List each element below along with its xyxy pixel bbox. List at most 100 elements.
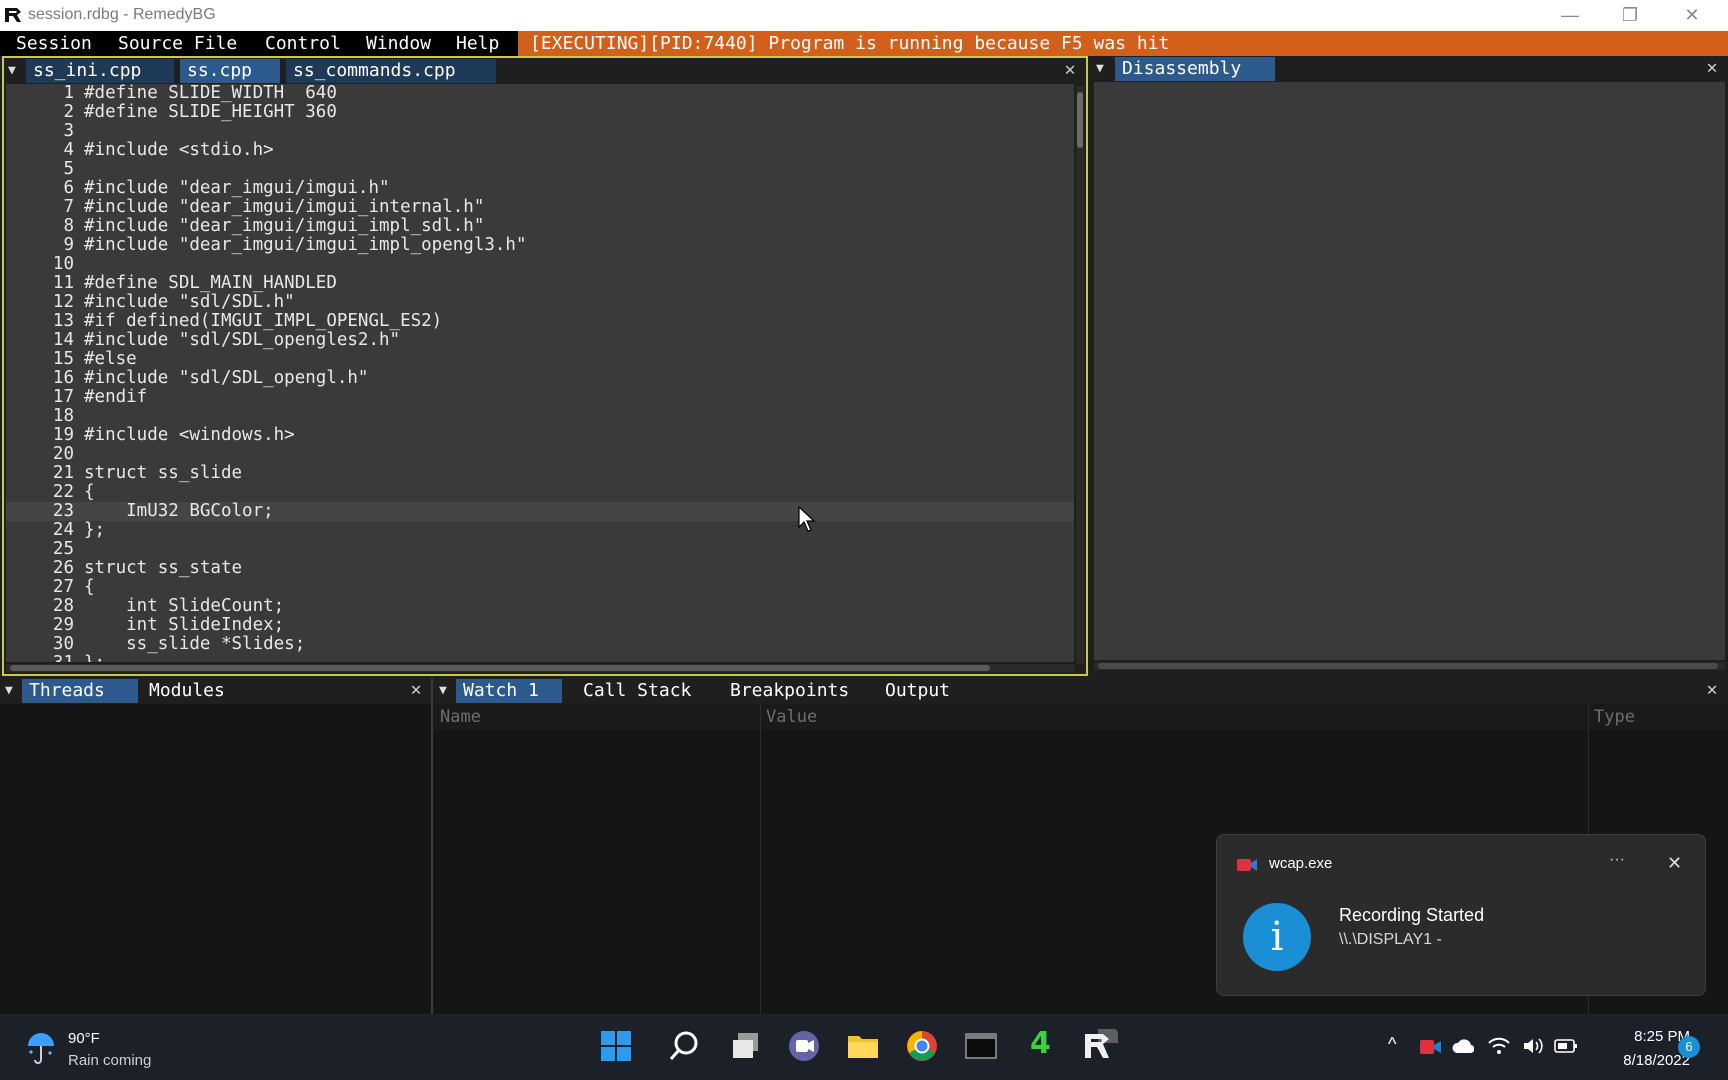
- weather-temp[interactable]: 90°F: [68, 1030, 100, 1047]
- tab-output[interactable]: Output: [878, 679, 962, 703]
- editor-scroll-thumb[interactable]: [1077, 92, 1083, 148]
- tab-threads[interactable]: Threads: [22, 679, 138, 703]
- windows-start-icon[interactable]: [598, 1028, 634, 1064]
- panel-divider[interactable]: [431, 678, 433, 1014]
- tab-watch-1[interactable]: Watch 1: [456, 679, 562, 703]
- battery-icon[interactable]: [1554, 1038, 1578, 1054]
- weather-text[interactable]: Rain coming: [68, 1052, 151, 1069]
- panel-menu-triangle-icon[interactable]: ▼: [5, 684, 19, 698]
- disassembly-hscroll-thumb[interactable]: [1098, 663, 1718, 669]
- code-line[interactable]: 2 #define SLIDE_HEIGHT 360: [6, 103, 1074, 122]
- remedybg-taskbar-icon[interactable]: [1082, 1028, 1118, 1064]
- code-line[interactable]: 17 #endif: [6, 388, 1074, 407]
- code-line[interactable]: 11 #define SDL_MAIN_HANDLED: [6, 274, 1074, 293]
- threads-list[interactable]: [0, 704, 432, 1014]
- code-line[interactable]: 20: [6, 445, 1074, 464]
- tray-chevron-icon[interactable]: ^: [1388, 1034, 1396, 1055]
- tab-ss-cpp[interactable]: ss.cpp: [180, 59, 280, 83]
- minimize-button[interactable]: —: [1540, 0, 1600, 31]
- menu-window[interactable]: Window: [366, 33, 431, 55]
- code-line[interactable]: 27 {: [6, 578, 1074, 597]
- teams-chat-icon[interactable]: [786, 1028, 822, 1064]
- editor-horizontal-scrollbar[interactable]: [6, 664, 1074, 672]
- tab-ss-ini-cpp[interactable]: ss_ini.cpp: [26, 59, 174, 83]
- line-text: int SlideIndex;: [84, 615, 285, 635]
- menu-help[interactable]: Help: [456, 33, 499, 55]
- panel-menu-triangle-icon[interactable]: ▼: [439, 684, 453, 698]
- panel-menu-triangle-icon[interactable]: ▼: [1096, 62, 1110, 76]
- code-line[interactable]: 22 {: [6, 483, 1074, 502]
- column-header-name[interactable]: Name: [440, 706, 481, 728]
- clock-date[interactable]: 8/18/2022: [1590, 1052, 1690, 1069]
- code-line[interactable]: 24};: [6, 521, 1074, 540]
- chrome-icon[interactable]: [904, 1028, 940, 1064]
- code-view[interactable]: 1 #define SLIDE_WIDTH 640 2 #define SLIDE_H…: [6, 84, 1074, 662]
- disassembly-horizontal-scrollbar[interactable]: [1094, 662, 1725, 670]
- more-options-icon[interactable]: ···: [1609, 851, 1625, 869]
- code-line[interactable]: 21 struct ss_slide: [6, 464, 1074, 483]
- panel-menu-triangle-icon[interactable]: ▼: [8, 64, 22, 78]
- menu-control[interactable]: Control: [265, 33, 341, 55]
- tab-modules[interactable]: Modules: [142, 679, 252, 703]
- code-line[interactable]: 31};: [6, 654, 1074, 663]
- close-threads-panel-icon[interactable]: ✕: [406, 680, 426, 700]
- code-line[interactable]: 25: [6, 540, 1074, 559]
- tab-call-stack[interactable]: Call Stack: [576, 679, 700, 703]
- notification-toast[interactable]: wcap.exe ··· ✕ i Recording Started \\.\D…: [1216, 834, 1706, 996]
- line-text: #include "sdl/SDL_opengl.h": [84, 368, 369, 388]
- weather-rain-icon[interactable]: [22, 1028, 60, 1066]
- code-line[interactable]: 1 #define SLIDE_WIDTH 640: [6, 84, 1074, 103]
- code-line[interactable]: 4 #include <stdio.h>: [6, 141, 1074, 160]
- code-line[interactable]: 10: [6, 255, 1074, 274]
- tab-disassembly[interactable]: Disassembly: [1115, 57, 1275, 81]
- line-text: #include "dear_imgui/imgui_impl_sdl.h": [84, 216, 485, 236]
- code-line[interactable]: 26 struct ss_state: [6, 559, 1074, 578]
- disassembly-view[interactable]: [1094, 82, 1725, 660]
- code-line[interactable]: 19 #include <windows.h>: [6, 426, 1074, 445]
- search-icon[interactable]: [666, 1028, 702, 1064]
- code-line[interactable]: 7 #include "dear_imgui/imgui_internal.h": [6, 198, 1074, 217]
- volume-icon[interactable]: [1522, 1036, 1544, 1056]
- code-line[interactable]: 16 #include "sdl/SDL_opengl.h": [6, 369, 1074, 388]
- code-line[interactable]: 5: [6, 160, 1074, 179]
- tab-breakpoints[interactable]: Breakpoints: [723, 679, 859, 703]
- column-header-value[interactable]: Value: [766, 706, 817, 728]
- onedrive-cloud-icon[interactable]: [1452, 1038, 1474, 1054]
- code-line[interactable]: 3: [6, 122, 1074, 141]
- code-line[interactable]: 28 int SlideCount;: [6, 597, 1074, 616]
- menu-source-file[interactable]: Source File: [118, 33, 237, 55]
- code-line[interactable]: 8 #include "dear_imgui/imgui_impl_sdl.h": [6, 217, 1074, 236]
- line-number: 16: [52, 368, 74, 388]
- clock-time[interactable]: 8:25 PM: [1590, 1028, 1690, 1045]
- threads-tab-bar: ▼ Threads Modules ✕: [0, 678, 432, 704]
- close-toast-icon[interactable]: ✕: [1667, 853, 1682, 874]
- code-line[interactable]: 23 ImU32 BGColor;: [6, 502, 1074, 521]
- code-line[interactable]: 30 ss_slide *Slides;: [6, 635, 1074, 654]
- code-line[interactable]: 18: [6, 407, 1074, 426]
- close-watch-panel-icon[interactable]: ✕: [1702, 680, 1722, 700]
- terminal-icon[interactable]: [963, 1028, 999, 1064]
- code-line[interactable]: 13 #if defined(IMGUI_IMPL_OPENGL_ES2): [6, 312, 1074, 331]
- close-editor-panel-icon[interactable]: ✕: [1060, 60, 1080, 80]
- tab-ss-commands-cpp[interactable]: ss_commands.cpp: [286, 59, 496, 83]
- code-line[interactable]: 14 #include "sdl/SDL_opengles2.h": [6, 331, 1074, 350]
- close-disassembly-panel-icon[interactable]: ✕: [1702, 58, 1722, 78]
- editor-vertical-scrollbar[interactable]: [1076, 86, 1084, 664]
- editor-hscroll-thumb[interactable]: [10, 665, 990, 671]
- restore-button[interactable]: ❐: [1600, 0, 1660, 31]
- recording-tray-icon[interactable]: [1420, 1038, 1442, 1056]
- menu-session[interactable]: Session: [16, 33, 92, 55]
- code-line[interactable]: 9 #include "dear_imgui/imgui_impl_opengl3…: [6, 236, 1074, 255]
- notification-count-badge[interactable]: 6: [1678, 1036, 1700, 1058]
- code-line[interactable]: 29 int SlideIndex;: [6, 616, 1074, 635]
- file-explorer-icon[interactable]: [845, 1028, 881, 1064]
- code-line[interactable]: 15 #else: [6, 350, 1074, 369]
- column-header-type[interactable]: Type: [1594, 706, 1635, 728]
- app-4-icon[interactable]: 4: [1030, 1026, 1051, 1061]
- task-view-icon[interactable]: [728, 1028, 764, 1064]
- code-line[interactable]: 6 #include "dear_imgui/imgui.h": [6, 179, 1074, 198]
- close-window-button[interactable]: ✕: [1662, 0, 1722, 31]
- column-divider[interactable]: [760, 704, 761, 1014]
- wifi-icon[interactable]: [1488, 1036, 1510, 1056]
- code-line[interactable]: 12 #include "sdl/SDL.h": [6, 293, 1074, 312]
